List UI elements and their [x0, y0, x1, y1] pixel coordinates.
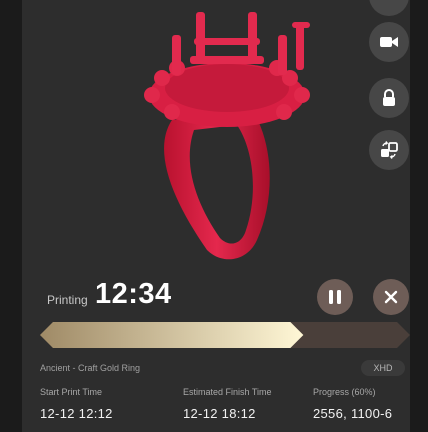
status-label: Printing	[47, 293, 88, 307]
quality-badge: XHD	[361, 360, 405, 376]
print-progress-bar	[40, 322, 410, 348]
model-preview[interactable]	[22, 0, 410, 275]
elapsed-time: 12:34	[95, 278, 172, 310]
video-camera-icon	[380, 37, 398, 47]
progress-fill	[40, 322, 304, 348]
start-time-label: Start Print Time	[40, 387, 103, 397]
swap-view-button[interactable]	[369, 130, 409, 170]
lock-icon	[383, 89, 395, 106]
pause-icon	[329, 290, 341, 304]
model-name: Ancient - Craft Gold Ring	[40, 363, 141, 373]
print-status-row: Printing 12:34	[22, 278, 410, 316]
progress-bar-graphic	[40, 322, 410, 348]
close-icon	[384, 290, 398, 304]
print-panel: Printing 12:34 Ancient - Craft Gold Ring…	[22, 0, 410, 432]
pause-button[interactable]	[317, 279, 353, 315]
start-time-value: 12-12 12:12	[40, 406, 113, 421]
ring-model-image	[144, 12, 310, 260]
finish-time-value: 12-12 18:12	[183, 406, 256, 421]
progress-value: 2556, 1100-6	[313, 406, 393, 421]
progress-label: Progress (60%)	[313, 387, 376, 397]
lock-button[interactable]	[369, 78, 409, 118]
swap-icon	[381, 141, 398, 159]
finish-time-label: Estimated Finish Time	[183, 387, 272, 397]
cancel-print-button[interactable]	[373, 279, 409, 315]
video-button[interactable]	[369, 22, 409, 62]
